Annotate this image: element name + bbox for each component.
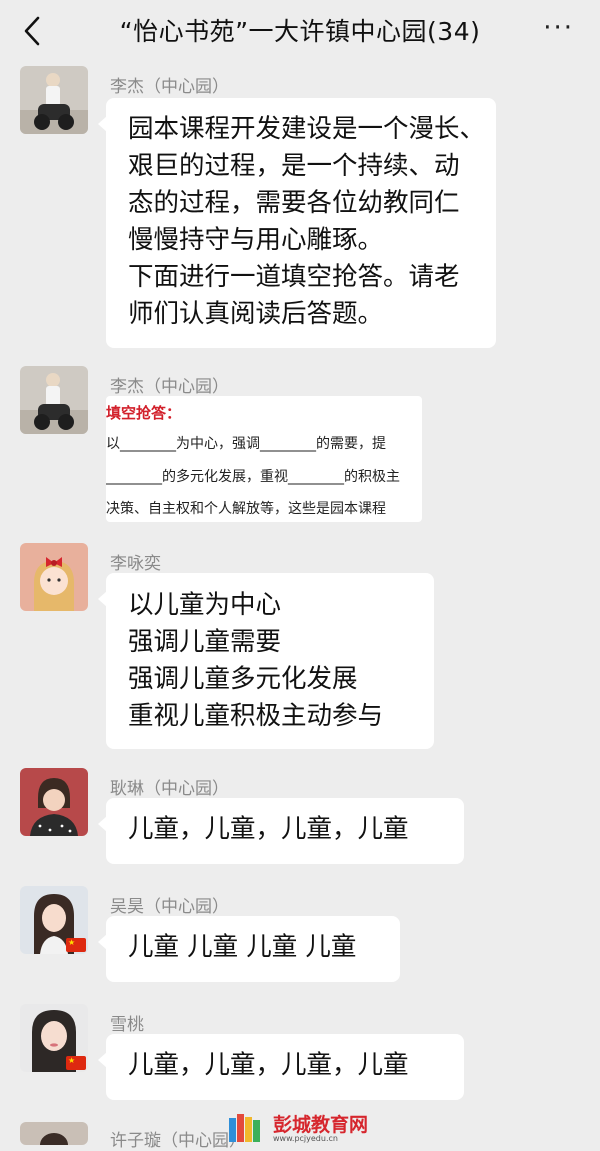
more-options-icon[interactable]: ··· (543, 15, 574, 41)
message-line: 园本课程开发建设是一个漫长、 (128, 114, 486, 144)
chat-title: “怡心书苑”一大许镇中心园(34) (119, 17, 481, 46)
avatar-xu-zixuan[interactable] (20, 1122, 88, 1145)
message-line: 师们认真阅读后答题。 (128, 299, 384, 329)
avatar-wu-hao[interactable]: ★ (20, 886, 88, 954)
message-bubble[interactable]: 以儿童为中心 强调儿童需要 强调儿童多元化发展 重视儿童积极主动参与 (98, 573, 434, 749)
books-logo-icon (229, 1114, 260, 1142)
image-text-line: 以________为中心，强调________的需要，提 (106, 436, 386, 452)
flag-icon: ★ (66, 1056, 86, 1070)
back-arrow-icon[interactable] (20, 14, 50, 48)
avatar-li-jie[interactable] (20, 366, 88, 434)
message-line: 下面进行一道填空抢答。请老 (128, 262, 460, 292)
avatar-geng-lin[interactable] (20, 768, 88, 836)
image-message[interactable]: 填空抢答： 以________为中心，强调________的需要，提 _____… (106, 396, 422, 522)
message-line: 强调儿童需要 (128, 627, 282, 657)
image-text-line: 决策、自主权和个人解放等，这些是园本课程 (106, 501, 386, 517)
message-line: 态的过程，需要各位幼教同仁 (128, 188, 460, 218)
image-text-line: ________的多元化发展，重视________的积极主 (106, 469, 400, 485)
message-line: 慢慢持守与用心雕琢。 (128, 225, 384, 255)
watermark-url: www.pcjyedu.cn (273, 1134, 338, 1143)
image-title: 填空抢答： (106, 404, 182, 422)
message-bubble[interactable]: 园本课程开发建设是一个漫长、 艰巨的过程，是一个持续、动 态的过程，需要各位幼教… (98, 98, 496, 348)
watermark-name: 彭城教育网 (273, 1114, 369, 1136)
message-line: 重视儿童积极主动参与 (128, 701, 384, 731)
title-bar: “怡心书苑”一大许镇中心园(34) ··· (0, 0, 600, 62)
sender-name: 雪桃 (110, 1015, 144, 1035)
message-line: 以儿童为中心 (128, 590, 282, 620)
watermark: 彭城教育网 www.pcjyedu.cn (225, 1108, 425, 1145)
message-bubble[interactable]: 儿童，儿童，儿童，儿童 (98, 798, 464, 864)
message-line: 儿童，儿童，儿童，儿童 (128, 814, 409, 844)
sender-name: 李杰（中心园） (110, 377, 229, 397)
message-bubble[interactable]: 儿童，儿童，儿童，儿童 (98, 1034, 464, 1100)
avatar-xue-tao[interactable]: ★ (20, 1004, 88, 1072)
message-line: 儿童，儿童，儿童，儿童 (128, 1050, 409, 1080)
sender-name: 李杰（中心园） (110, 77, 229, 97)
message-line: 儿童 儿童 儿童 儿童 (128, 932, 357, 962)
sender-name: 吴昊（中心园） (110, 897, 229, 917)
sender-name: 耿琳（中心园） (110, 779, 229, 799)
avatar-li-yongyi[interactable] (20, 543, 88, 611)
message-line: 艰巨的过程，是一个持续、动 (128, 151, 460, 181)
message-line: 强调儿童多元化发展 (128, 664, 358, 694)
avatar-li-jie[interactable] (20, 66, 88, 134)
flag-icon: ★ (66, 938, 86, 952)
sender-name: 李咏奕 (110, 554, 161, 574)
message-bubble[interactable]: 儿童 儿童 儿童 儿童 (98, 916, 400, 982)
